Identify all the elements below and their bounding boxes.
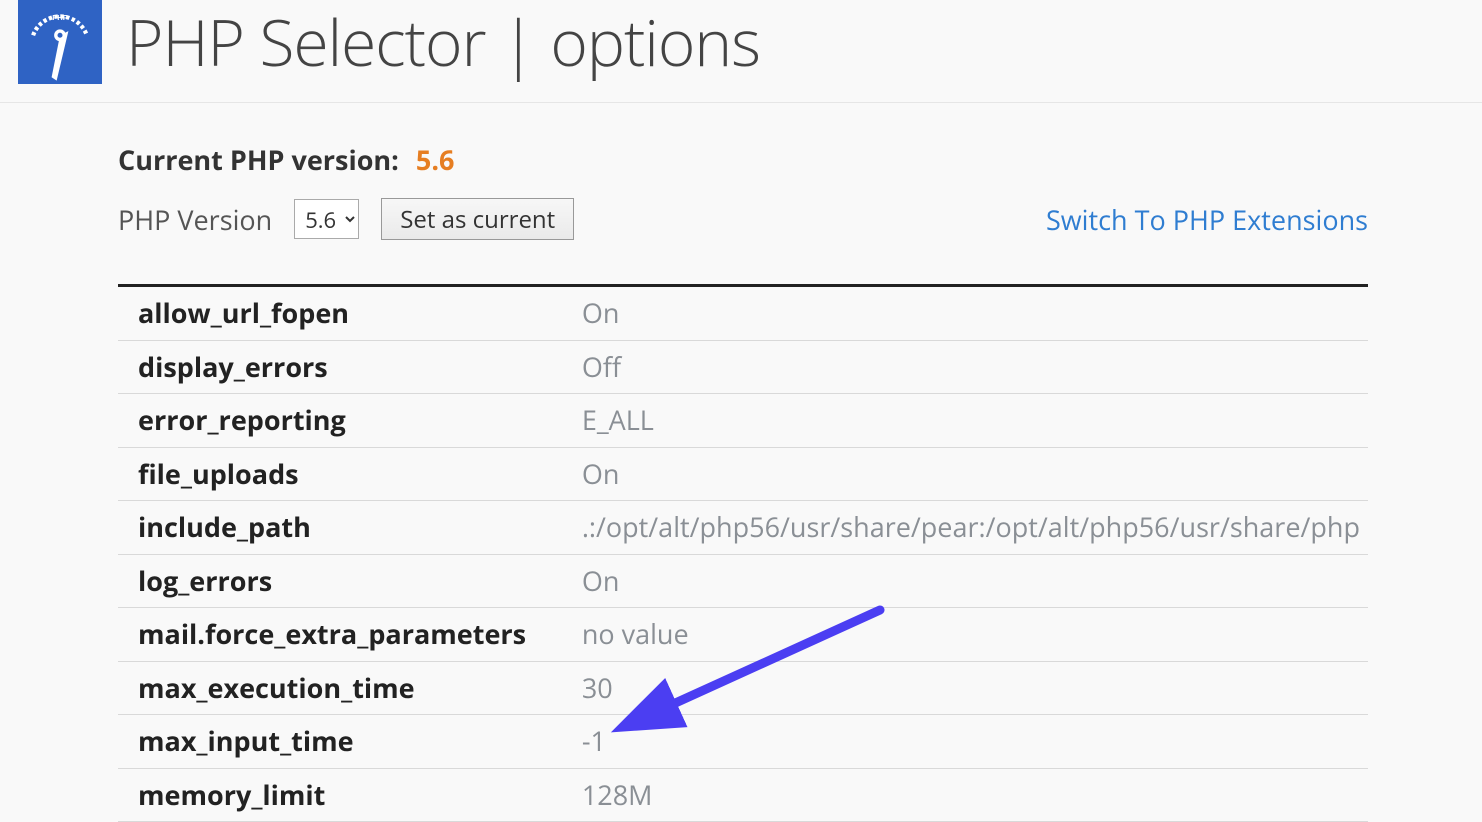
option-name: error_reporting bbox=[118, 394, 562, 448]
option-value[interactable]: 128M bbox=[562, 768, 1368, 822]
option-name: memory_limit bbox=[118, 768, 562, 822]
option-value[interactable]: 30 bbox=[562, 661, 1368, 715]
option-value[interactable]: .:/opt/alt/php56/usr/share/pear:/opt/alt… bbox=[562, 501, 1368, 555]
version-selector-row: PHP Version 5.6 Set as current Switch To… bbox=[118, 198, 1368, 240]
option-value[interactable]: On bbox=[562, 447, 1368, 501]
page-title: PHP Selector | options bbox=[126, 10, 760, 74]
option-name: allow_url_fopen bbox=[118, 286, 562, 341]
table-row: file_uploads On bbox=[118, 447, 1368, 501]
option-name: file_uploads bbox=[118, 447, 562, 501]
version-select[interactable]: 5.6 bbox=[294, 199, 359, 239]
current-version-row: Current PHP version: 5.6 bbox=[118, 141, 1368, 178]
current-version-value: 5.6 bbox=[416, 141, 455, 178]
table-row: memory_limit 128M bbox=[118, 768, 1368, 822]
options-table: allow_url_fopen On display_errors Off er… bbox=[118, 284, 1368, 822]
table-row: error_reporting E_ALL bbox=[118, 394, 1368, 448]
option-value[interactable]: no value bbox=[562, 608, 1368, 662]
table-row: max_input_time -1 bbox=[118, 715, 1368, 769]
table-row: log_errors On bbox=[118, 554, 1368, 608]
page-header: PHP PHP Selector | options bbox=[0, 0, 1482, 103]
current-version-label: Current PHP version: bbox=[118, 141, 399, 178]
table-row: display_errors Off bbox=[118, 340, 1368, 394]
table-row: max_execution_time 30 bbox=[118, 661, 1368, 715]
table-row: allow_url_fopen On bbox=[118, 286, 1368, 341]
option-value[interactable]: Off bbox=[562, 340, 1368, 394]
option-name: display_errors bbox=[118, 340, 562, 394]
php-selector-icon: PHP bbox=[18, 0, 102, 84]
option-value[interactable]: E_ALL bbox=[562, 394, 1368, 448]
option-name: log_errors bbox=[118, 554, 562, 608]
table-row: mail.force_extra_parameters no value bbox=[118, 608, 1368, 662]
option-name: include_path bbox=[118, 501, 562, 555]
version-selector-label: PHP Version bbox=[118, 201, 272, 238]
option-value[interactable]: -1 bbox=[562, 715, 1368, 769]
option-name: mail.force_extra_parameters bbox=[118, 608, 562, 662]
content: Current PHP version: 5.6 PHP Version 5.6… bbox=[118, 141, 1368, 822]
option-value[interactable]: On bbox=[562, 286, 1368, 341]
option-name: max_input_time bbox=[118, 715, 562, 769]
option-name: max_execution_time bbox=[118, 661, 562, 715]
table-row: include_path .:/opt/alt/php56/usr/share/… bbox=[118, 501, 1368, 555]
switch-to-extensions-link[interactable]: Switch To PHP Extensions bbox=[1046, 201, 1368, 238]
svg-text:PHP: PHP bbox=[52, 13, 68, 22]
set-as-current-button[interactable]: Set as current bbox=[381, 198, 574, 240]
option-value[interactable]: On bbox=[562, 554, 1368, 608]
